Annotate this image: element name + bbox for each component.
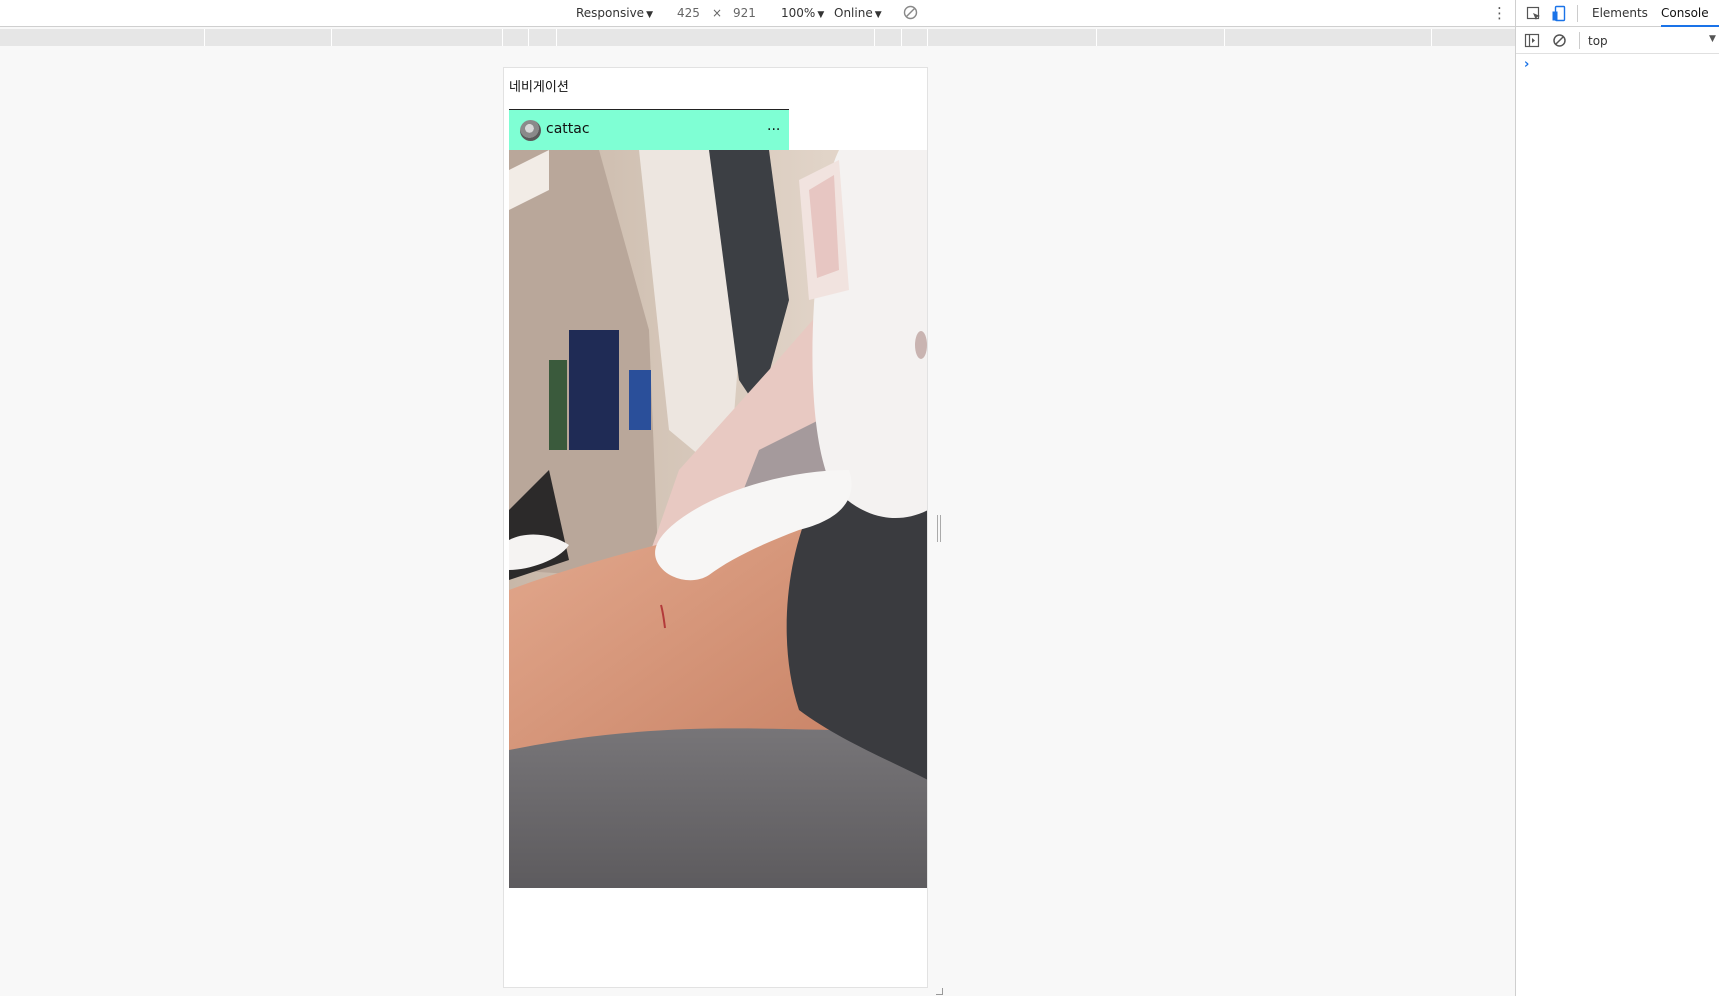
device-toolbar: Responsive ▼ 425 × 921 100% ▼ Online ▼ ⋮ (0, 0, 1515, 27)
width-input[interactable]: 425 (677, 6, 700, 20)
throttling-label: Online (834, 6, 873, 20)
inspect-element-icon[interactable] (1526, 6, 1542, 22)
navigation-text: 네비게이션 (509, 80, 569, 95)
rotate-icon[interactable] (903, 5, 918, 20)
device-select-label: Responsive (576, 6, 645, 20)
more-vert-icon[interactable]: ⋮ (1492, 4, 1507, 22)
cat-photo (509, 150, 927, 888)
height-input[interactable]: 921 (733, 6, 756, 20)
more-options-button[interactable]: ... (767, 118, 780, 134)
caret-down-icon[interactable]: ▼ (1709, 34, 1716, 44)
device-toolbar-toggle-icon[interactable] (1551, 5, 1567, 22)
console-prompt[interactable]: › (1524, 57, 1529, 72)
devtools-panel: Elements Console top ▼ › (1515, 0, 1719, 996)
post-header: cattac ... (509, 109, 789, 150)
emulated-viewport: 네비게이션 cattac ... (503, 67, 928, 988)
javascript-context-select[interactable]: top (1588, 34, 1608, 48)
viewport-corner-resize-handle[interactable] (936, 988, 943, 995)
clear-console-icon[interactable] (1552, 33, 1567, 48)
caret-down-icon: ▼ (874, 10, 882, 20)
post-username[interactable]: cattac (546, 121, 590, 137)
dimension-separator: × (712, 6, 723, 20)
console-toolbar: top ▼ (1516, 27, 1719, 54)
media-query-bar[interactable] (0, 29, 1515, 46)
throttling-select[interactable]: Online ▼ (834, 6, 882, 20)
caret-down-icon: ▼ (817, 10, 825, 20)
zoom-select[interactable]: 100% ▼ (781, 6, 824, 20)
zoom-label: 100% (781, 6, 816, 20)
device-select[interactable]: Responsive ▼ (576, 6, 653, 20)
tab-elements[interactable]: Elements (1592, 6, 1648, 20)
devtools-tabbar: Elements Console (1516, 0, 1719, 27)
avatar[interactable] (520, 120, 541, 141)
post-image (509, 150, 927, 888)
caret-down-icon: ▼ (646, 10, 653, 20)
show-sidebar-icon[interactable] (1524, 33, 1540, 48)
viewport-resize-handle[interactable] (937, 515, 941, 542)
tab-console[interactable]: Console (1661, 6, 1709, 20)
